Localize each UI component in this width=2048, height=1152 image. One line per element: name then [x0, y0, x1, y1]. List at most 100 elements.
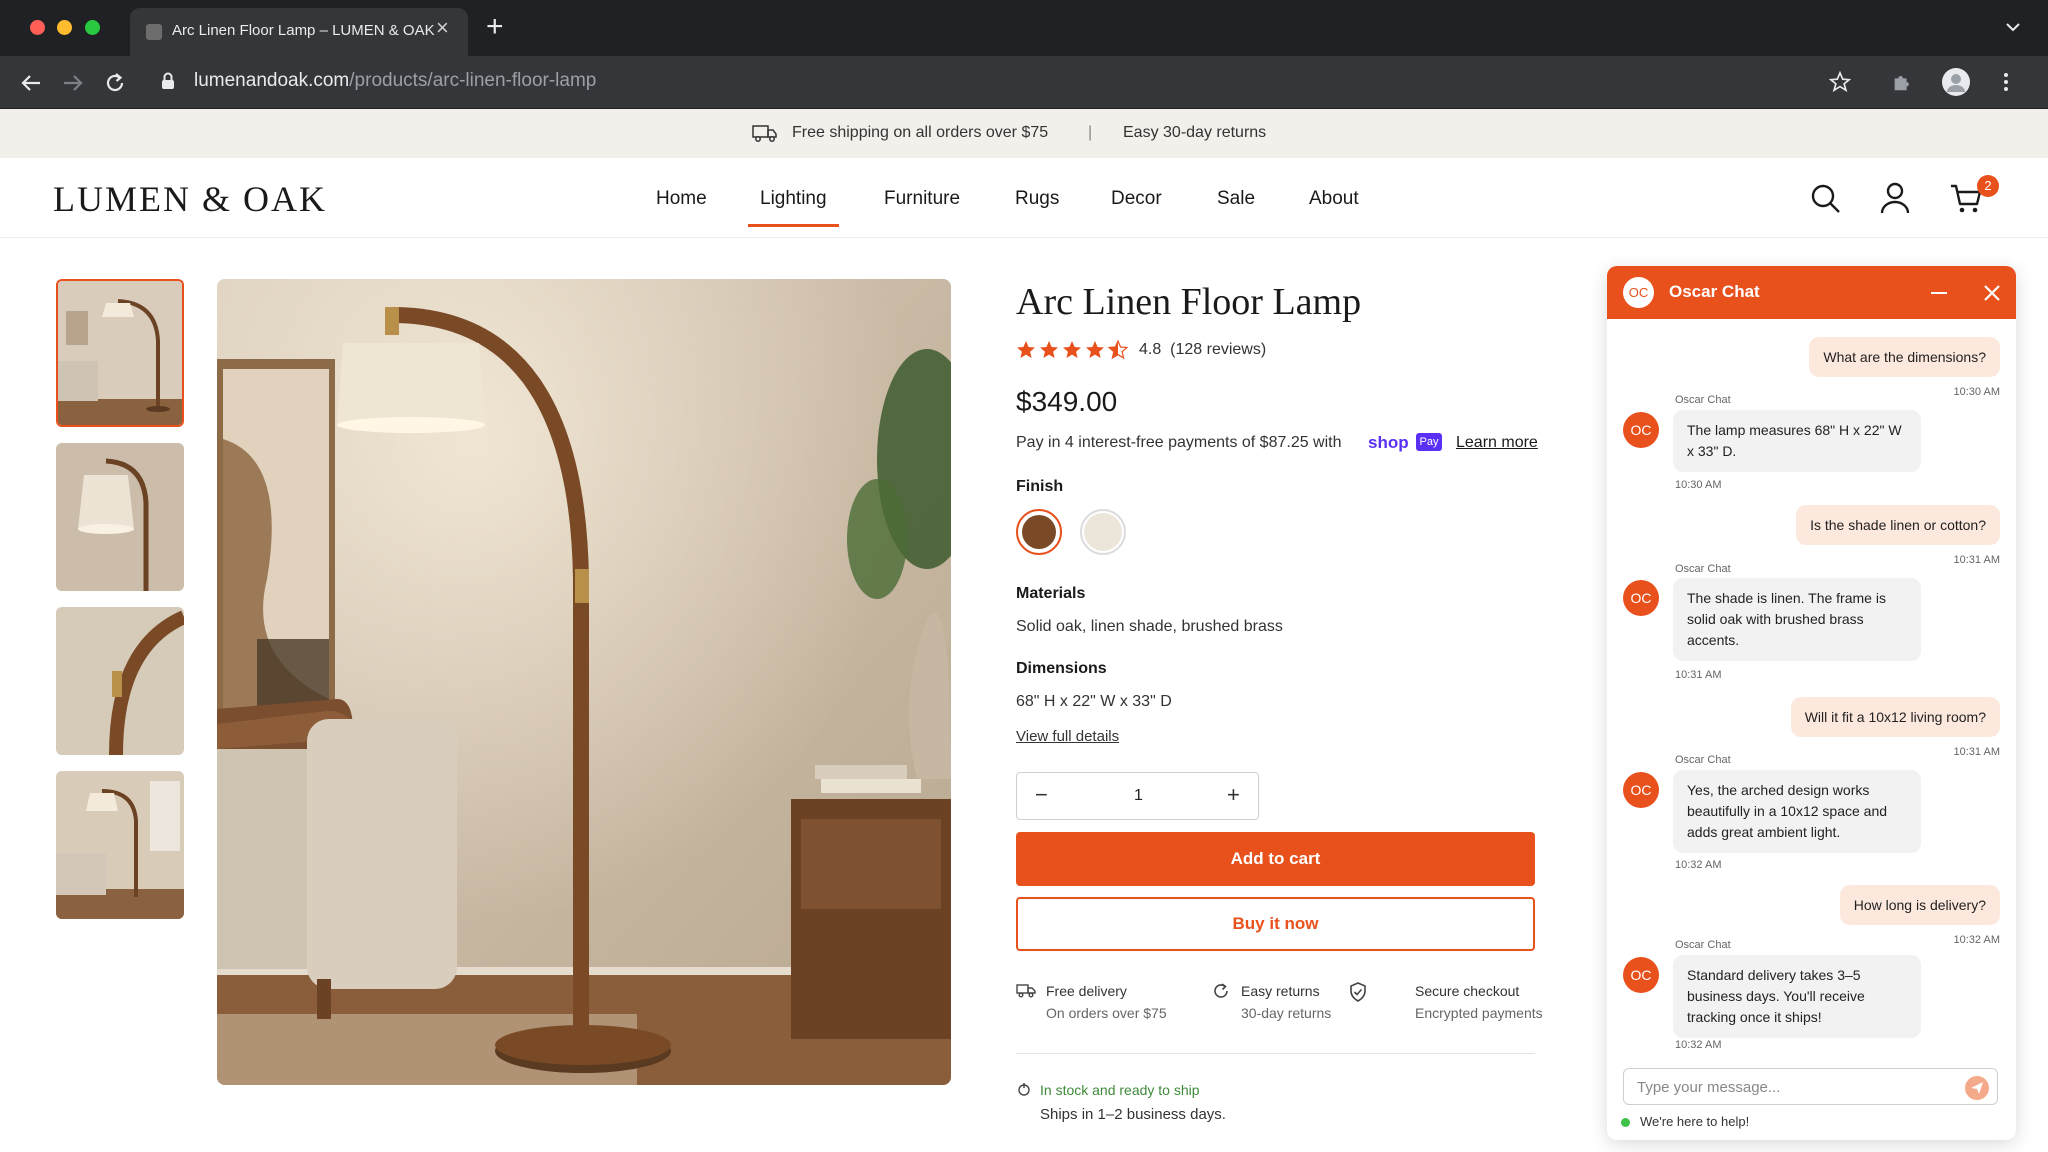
section-divider — [1016, 1053, 1535, 1054]
chat-message-user: How long is delivery? — [1839, 885, 2000, 925]
nav-home[interactable]: Home — [656, 188, 707, 210]
chat-message-user: Will it fit a 10x12 living room? — [1790, 697, 2000, 737]
account-icon[interactable] — [1880, 182, 1910, 214]
nav-decor[interactable]: Decor — [1111, 188, 1162, 210]
chat-timestamp: 10:31 AM — [1953, 554, 2000, 566]
chat-timestamp: 10:32 AM — [1675, 859, 1722, 871]
maximize-window-button[interactable] — [85, 20, 100, 35]
chat-message-input[interactable]: Type your message... — [1623, 1068, 1998, 1105]
feature-easy-returns-sub: 30-day returns — [1241, 1005, 1332, 1021]
lock-icon[interactable] — [161, 72, 175, 90]
chat-bot-line: The lamp measures 68" H x 22" W — [1687, 422, 1902, 438]
product-title: Arc Linen Floor Lamp — [1016, 281, 1362, 323]
address-bar[interactable]: lumenandoak.com/products/arc-linen-floor… — [194, 70, 596, 92]
favicon-icon — [146, 24, 162, 40]
nav-rugs[interactable]: Rugs — [1015, 188, 1059, 210]
url-path: /products/arc-linen-floor-lamp — [349, 70, 597, 91]
installments-text: Pay in 4 interest-free payments of $87.2… — [1016, 434, 1342, 451]
chat-bot-avatar: OC — [1623, 772, 1659, 808]
product-photo — [217, 279, 951, 1085]
shop-pay-logo: shop — [1368, 433, 1409, 452]
product-main-image[interactable] — [217, 279, 951, 1085]
thumbnail-2-image — [56, 443, 184, 591]
search-icon[interactable] — [1810, 183, 1842, 215]
browser-menu-icon[interactable] — [2002, 71, 2010, 93]
rating-summary[interactable]: 4.8 (128 reviews) — [1139, 341, 1266, 359]
feature-free-delivery-sub: On orders over $75 — [1046, 1005, 1167, 1021]
cream-swatch-color — [1084, 513, 1122, 551]
back-icon[interactable] — [20, 72, 42, 94]
chat-bot-line: adds great ambient light. — [1687, 824, 1841, 840]
forward-icon[interactable] — [62, 72, 84, 94]
learn-more-link[interactable]: Learn more — [1456, 434, 1538, 452]
buy-now-button[interactable]: Buy it now — [1016, 897, 1535, 951]
review-count: (128 reviews) — [1170, 341, 1267, 358]
chat-bot-line: x 33" D. — [1687, 443, 1737, 459]
chat-timestamp: 10:31 AM — [1675, 669, 1722, 681]
thumbnail-1-image — [58, 281, 182, 425]
chat-header: OC Oscar Chat — [1607, 266, 2016, 319]
close-tab-icon[interactable]: × — [436, 17, 449, 39]
chat-timestamp: 10:31 AM — [1953, 746, 2000, 758]
extensions-puzzle-icon[interactable] — [1891, 71, 1913, 93]
chat-message-bot: The shade is linen. The frame is solid o… — [1673, 578, 1921, 661]
chat-bot-line: Yes, the arched design works — [1687, 782, 1870, 798]
site-logo[interactable]: LUMEN & OAK — [53, 178, 327, 220]
tab-search-chevron-icon[interactable] — [2005, 18, 2021, 38]
product-price: $349.00 — [1016, 386, 1118, 417]
chat-sender-name: Oscar Chat — [1675, 563, 1731, 575]
chat-close-icon[interactable] — [1983, 284, 2001, 302]
minimize-window-button[interactable] — [57, 20, 72, 35]
thumbnail-2[interactable] — [56, 443, 184, 591]
nav-sale[interactable]: Sale — [1217, 188, 1255, 210]
cart-count-badge: 2 — [1977, 175, 1999, 197]
browser-tab[interactable]: Arc Linen Floor Lamp – LUMEN & OAK × — [130, 8, 468, 56]
finish-swatch-walnut[interactable] — [1016, 509, 1062, 555]
chat-bot-line: solid oak with brushed brass — [1687, 611, 1864, 627]
reload-icon[interactable] — [104, 72, 126, 94]
rating-stars-icon — [1017, 340, 1129, 360]
chat-timestamp: 10:32 AM — [1675, 1039, 1722, 1051]
stock-indicator-icon — [1018, 1083, 1030, 1096]
browser-toolbar: lumenandoak.com/products/arc-linen-floor… — [0, 56, 2048, 109]
chat-bot-avatar: OC — [1623, 412, 1659, 448]
nav-lighting[interactable]: Lighting — [760, 188, 827, 210]
profile-user-icon — [1947, 74, 1965, 92]
announcement-bar: Free shipping on all orders over $75 | E… — [0, 109, 2048, 158]
chat-message-user: What are the dimensions? — [1809, 337, 2000, 377]
chat-send-button[interactable] — [1965, 1076, 1989, 1100]
chat-bot-line: The shade is linen. The frame is — [1687, 590, 1886, 606]
online-status-dot — [1621, 1118, 1630, 1127]
chat-bot-line: business days. You'll receive — [1687, 988, 1865, 1004]
quantity-increase-button[interactable]: + — [1227, 783, 1240, 807]
chat-timestamp: 10:32 AM — [1953, 934, 2000, 946]
chat-bot-line: beautifully in a 10x12 space and — [1687, 803, 1888, 819]
thumbnail-4[interactable] — [56, 771, 184, 919]
shield-check-icon — [1350, 982, 1366, 1002]
thumbnail-3[interactable] — [56, 607, 184, 755]
shipping-time: Ships in 1–2 business days. — [1040, 1106, 1226, 1123]
returns-text: Easy 30-day returns — [1123, 124, 1267, 141]
view-full-details-link[interactable]: View full details — [1016, 728, 1119, 745]
finish-label: Finish — [1016, 478, 1064, 495]
walnut-swatch-color — [1022, 515, 1056, 549]
quantity-input[interactable]: 1 — [1017, 787, 1260, 805]
thumbnail-4-image — [56, 771, 184, 919]
chat-minimize-icon[interactable] — [1931, 292, 1947, 294]
finish-swatch-cream[interactable] — [1080, 509, 1126, 555]
bookmark-star-icon[interactable] — [1829, 71, 1851, 93]
chat-title: Oscar Chat — [1669, 282, 1760, 301]
nav-furniture[interactable]: Furniture — [884, 188, 960, 210]
dimensions-label: Dimensions — [1016, 660, 1107, 677]
profile-avatar[interactable] — [1942, 68, 1970, 96]
browser-tab-bar: Arc Linen Floor Lamp – LUMEN & OAK × + — [0, 0, 2048, 56]
new-tab-button[interactable]: + — [486, 12, 504, 42]
chat-timestamp: 10:30 AM — [1675, 479, 1722, 491]
thumbnail-1[interactable] — [56, 279, 184, 427]
add-to-cart-button[interactable]: Add to cart — [1016, 832, 1535, 886]
chat-input-placeholder: Type your message... — [1637, 1079, 1781, 1096]
nav-about[interactable]: About — [1309, 188, 1359, 210]
close-window-button[interactable] — [30, 20, 45, 35]
chat-sender-name: Oscar Chat — [1675, 754, 1731, 766]
chat-bot-line: Standard delivery takes 3–5 — [1687, 967, 1861, 983]
